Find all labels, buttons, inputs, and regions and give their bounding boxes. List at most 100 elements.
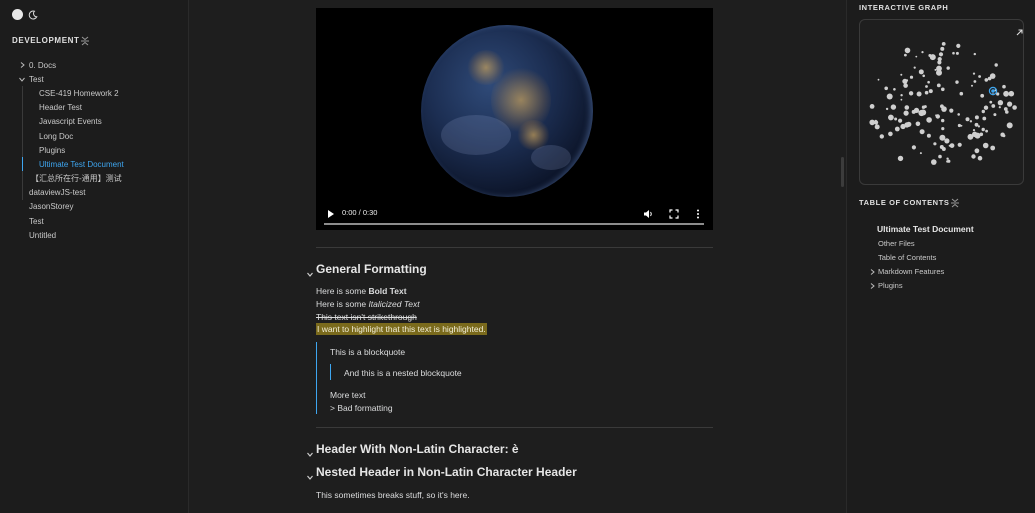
graph-node[interactable]: [977, 155, 983, 161]
graph-node[interactable]: [1002, 84, 1006, 89]
graph-node[interactable]: [952, 51, 955, 55]
graph-node[interactable]: [949, 108, 954, 113]
graph-node[interactable]: [1002, 134, 1006, 138]
graph-node[interactable]: [922, 74, 925, 78]
graph-node[interactable]: [927, 80, 930, 84]
graph-node[interactable]: [989, 100, 993, 104]
graph-node[interactable]: [903, 110, 909, 116]
graph-node[interactable]: [941, 87, 945, 92]
graph-node[interactable]: [983, 105, 989, 110]
graph-node[interactable]: [938, 154, 942, 159]
graph-node[interactable]: [947, 159, 951, 163]
graph-node[interactable]: [921, 105, 926, 109]
graph-node[interactable]: [956, 43, 961, 48]
dark-mode-icon[interactable]: [27, 9, 38, 20]
graph-node[interactable]: [893, 88, 896, 91]
graph-node[interactable]: [969, 120, 973, 123]
graph-node[interactable]: [911, 145, 916, 150]
graph-node[interactable]: [904, 47, 911, 54]
graph-node[interactable]: [924, 90, 929, 95]
graph-node[interactable]: [979, 132, 984, 137]
graph-node[interactable]: [915, 121, 921, 127]
graph-node[interactable]: [1008, 90, 1015, 97]
play-icon[interactable]: [327, 206, 335, 224]
toc-collapse-icon[interactable]: [950, 196, 960, 214]
graph-node[interactable]: [900, 123, 906, 130]
graph-node[interactable]: [971, 84, 973, 87]
graph-node-active[interactable]: [991, 89, 995, 93]
tree-file[interactable]: dataviewJS-test: [0, 186, 189, 200]
graph-node[interactable]: [1005, 110, 1009, 114]
graph-node[interactable]: [877, 78, 880, 81]
graph-node[interactable]: [915, 55, 918, 58]
graph-node[interactable]: [918, 69, 924, 75]
graph-node[interactable]: [900, 94, 903, 97]
tree-file[interactable]: Javascript Events: [0, 115, 189, 129]
graph-node[interactable]: [1012, 105, 1017, 110]
graph-node[interactable]: [904, 105, 910, 110]
graph-node[interactable]: [935, 114, 938, 117]
graph-node[interactable]: [948, 144, 951, 147]
graph-node[interactable]: [957, 123, 961, 128]
graph-node[interactable]: [937, 57, 942, 62]
tree-file[interactable]: JasonStorey: [0, 200, 189, 214]
graph-node[interactable]: [941, 127, 945, 131]
graph-node[interactable]: [929, 54, 936, 61]
graph-node[interactable]: [940, 104, 944, 109]
graph-node[interactable]: [926, 133, 931, 138]
graph-node[interactable]: [933, 142, 937, 146]
tree-folder-docs[interactable]: 0. Docs: [0, 58, 189, 72]
graph-node[interactable]: [982, 142, 989, 149]
graph-node[interactable]: [984, 78, 989, 82]
graph-node[interactable]: [1003, 90, 1009, 97]
graph-node[interactable]: [938, 52, 944, 57]
graph-node[interactable]: [959, 91, 964, 96]
tree-file[interactable]: 【汇总所在行-通用】测试: [0, 172, 189, 186]
graph-node[interactable]: [982, 116, 987, 121]
graph-node[interactable]: [921, 51, 924, 54]
tree-file[interactable]: Plugins: [0, 143, 189, 157]
graph-node[interactable]: [941, 118, 945, 123]
theme-toggle[interactable]: [12, 9, 38, 20]
video-progress-bar[interactable]: [324, 223, 704, 225]
more-options-icon[interactable]: [696, 206, 700, 224]
graph-node[interactable]: [886, 93, 893, 100]
toc-item[interactable]: Table of Contents: [847, 250, 1035, 264]
graph-node[interactable]: [925, 85, 928, 88]
graph-node[interactable]: [955, 80, 959, 84]
graph-node[interactable]: [998, 106, 1001, 109]
graph-node[interactable]: [972, 72, 976, 75]
graph-node[interactable]: [957, 142, 962, 147]
graph-node[interactable]: [894, 117, 898, 121]
graph-node[interactable]: [869, 119, 875, 126]
tree-file[interactable]: Untitled: [0, 228, 189, 242]
graph-node[interactable]: [946, 157, 949, 160]
graph-node[interactable]: [884, 86, 888, 91]
graph-node[interactable]: [974, 115, 979, 120]
graph-node[interactable]: [940, 46, 945, 51]
toc-item[interactable]: Markdown Features: [847, 265, 1035, 279]
video-player[interactable]: 0:00 / 0:30: [316, 8, 713, 230]
graph-node[interactable]: [931, 159, 937, 165]
graph-node[interactable]: [993, 113, 997, 117]
graph-node[interactable]: [939, 134, 946, 141]
graph-node[interactable]: [980, 93, 985, 98]
graph-node[interactable]: [981, 109, 985, 114]
graph-node[interactable]: [905, 79, 909, 82]
graph-node[interactable]: [1007, 101, 1013, 107]
graph-node[interactable]: [879, 134, 884, 139]
fold-chevron-icon[interactable]: [307, 446, 313, 460]
graph-node[interactable]: [957, 113, 960, 116]
fullscreen-icon[interactable]: [669, 206, 679, 224]
graph-node[interactable]: [897, 155, 904, 162]
graph-node[interactable]: [908, 91, 914, 96]
graph-node[interactable]: [939, 145, 944, 149]
graph-node[interactable]: [874, 119, 877, 122]
graph-node[interactable]: [869, 104, 875, 109]
graph-node[interactable]: [972, 129, 976, 132]
graph-node[interactable]: [936, 65, 942, 72]
graph-node[interactable]: [894, 126, 900, 132]
tree-file[interactable]: Long Doc: [0, 129, 189, 143]
graph-node[interactable]: [920, 109, 927, 116]
graph-node[interactable]: [926, 117, 932, 123]
